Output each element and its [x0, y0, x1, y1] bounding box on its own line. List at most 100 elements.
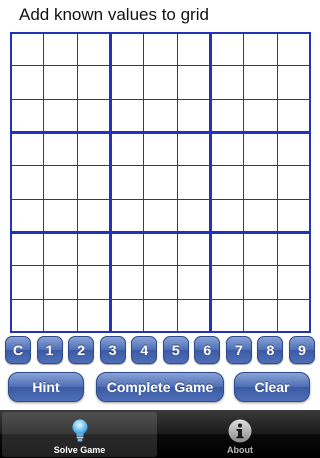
clear-cell-button[interactable]: C: [5, 336, 31, 364]
grid-cell[interactable]: [43, 298, 78, 333]
grid-cell[interactable]: [176, 298, 211, 333]
number-button-9[interactable]: 9: [289, 336, 315, 364]
grid-cell[interactable]: [43, 32, 78, 67]
grid-cell[interactable]: [10, 232, 45, 267]
grid-cell[interactable]: [10, 65, 45, 100]
number-button-2[interactable]: 2: [68, 336, 95, 364]
grid-cell[interactable]: [10, 32, 45, 67]
info-icon: [228, 419, 252, 443]
grid-cell[interactable]: [176, 65, 211, 100]
grid-cell[interactable]: [243, 65, 278, 100]
number-button-5[interactable]: 5: [162, 336, 189, 364]
grid-cell[interactable]: [210, 298, 245, 333]
grid-cell[interactable]: [276, 265, 311, 300]
grid-cell[interactable]: [176, 132, 211, 167]
grid-cell[interactable]: [110, 98, 145, 133]
grid-cell[interactable]: [243, 265, 278, 300]
grid-cell[interactable]: [176, 265, 211, 300]
hint-button[interactable]: Hint: [8, 372, 84, 402]
grid-cell[interactable]: [110, 265, 145, 300]
grid-cell[interactable]: [176, 165, 211, 200]
grid-cell[interactable]: [210, 98, 245, 133]
grid-cell[interactable]: [143, 132, 178, 167]
grid-cell[interactable]: [243, 98, 278, 133]
grid-cell[interactable]: [276, 198, 311, 233]
grid-cell[interactable]: [76, 65, 111, 100]
grid-cell[interactable]: [210, 32, 245, 67]
grid-cell[interactable]: [110, 65, 145, 100]
complete-game-button[interactable]: Complete Game: [96, 372, 224, 402]
grid-cell[interactable]: [210, 65, 245, 100]
grid-cell[interactable]: [143, 198, 178, 233]
grid-cell[interactable]: [210, 132, 245, 167]
grid-cell[interactable]: [276, 132, 311, 167]
number-button-8[interactable]: 8: [257, 336, 284, 364]
grid-cell[interactable]: [210, 165, 245, 200]
number-button-6[interactable]: 6: [194, 336, 221, 364]
grid-cell[interactable]: [43, 198, 78, 233]
grid-cell[interactable]: [76, 132, 111, 167]
lightbulb-icon: [72, 419, 87, 442]
grid-cell[interactable]: [143, 232, 178, 267]
grid-cell[interactable]: [143, 165, 178, 200]
grid-cell[interactable]: [210, 198, 245, 233]
grid-cell[interactable]: [76, 198, 111, 233]
grid-cell[interactable]: [243, 198, 278, 233]
grid-cell[interactable]: [143, 265, 178, 300]
sudoku-grid: [10, 32, 311, 333]
grid-cell[interactable]: [43, 232, 78, 267]
grid-cell[interactable]: [76, 32, 111, 67]
grid-cell[interactable]: [10, 198, 45, 233]
grid-cell[interactable]: [110, 232, 145, 267]
clear-button[interactable]: Clear: [234, 372, 310, 402]
grid-cell[interactable]: [276, 298, 311, 333]
grid-cell[interactable]: [110, 198, 145, 233]
grid-cell[interactable]: [10, 265, 45, 300]
number-button-3[interactable]: 3: [99, 336, 126, 364]
grid-cell[interactable]: [276, 165, 311, 200]
grid-cell[interactable]: [76, 165, 111, 200]
grid-cell[interactable]: [43, 132, 78, 167]
grid-cell[interactable]: [243, 32, 278, 67]
grid-cell[interactable]: [143, 65, 178, 100]
grid-cell[interactable]: [10, 132, 45, 167]
grid-cell[interactable]: [110, 298, 145, 333]
grid-cell[interactable]: [276, 65, 311, 100]
grid-cell[interactable]: [276, 32, 311, 67]
number-button-4[interactable]: 4: [131, 336, 158, 364]
grid-cell[interactable]: [143, 298, 178, 333]
grid-cell[interactable]: [243, 132, 278, 167]
grid-cell[interactable]: [76, 232, 111, 267]
grid-cell[interactable]: [43, 165, 78, 200]
tab-about[interactable]: About: [162, 412, 318, 457]
grid-cell[interactable]: [176, 232, 211, 267]
grid-cell[interactable]: [10, 298, 45, 333]
grid-cell[interactable]: [243, 298, 278, 333]
grid-cell[interactable]: [76, 298, 111, 333]
grid-cell[interactable]: [243, 232, 278, 267]
grid-cell[interactable]: [276, 232, 311, 267]
grid-cell[interactable]: [210, 232, 245, 267]
grid-cell[interactable]: [110, 32, 145, 67]
grid-cell[interactable]: [43, 265, 78, 300]
tab-solve-game[interactable]: Solve Game: [2, 412, 157, 457]
grid-cell[interactable]: [176, 98, 211, 133]
tab-label-solve-game: Solve Game: [53, 445, 106, 455]
grid-cell[interactable]: [76, 98, 111, 133]
grid-cell[interactable]: [276, 98, 311, 133]
grid-cell[interactable]: [110, 132, 145, 167]
grid-cell[interactable]: [143, 98, 178, 133]
number-button-7[interactable]: 7: [225, 336, 252, 364]
number-button-1[interactable]: 1: [36, 336, 63, 364]
grid-cell[interactable]: [10, 165, 45, 200]
grid-cell[interactable]: [76, 265, 111, 300]
grid-cell[interactable]: [10, 98, 45, 133]
grid-cell[interactable]: [243, 165, 278, 200]
grid-cell[interactable]: [210, 265, 245, 300]
grid-cell[interactable]: [176, 198, 211, 233]
grid-cell[interactable]: [143, 32, 178, 67]
grid-cell[interactable]: [43, 65, 78, 100]
grid-cell[interactable]: [176, 32, 211, 67]
grid-cell[interactable]: [110, 165, 145, 200]
grid-cell[interactable]: [43, 98, 78, 133]
